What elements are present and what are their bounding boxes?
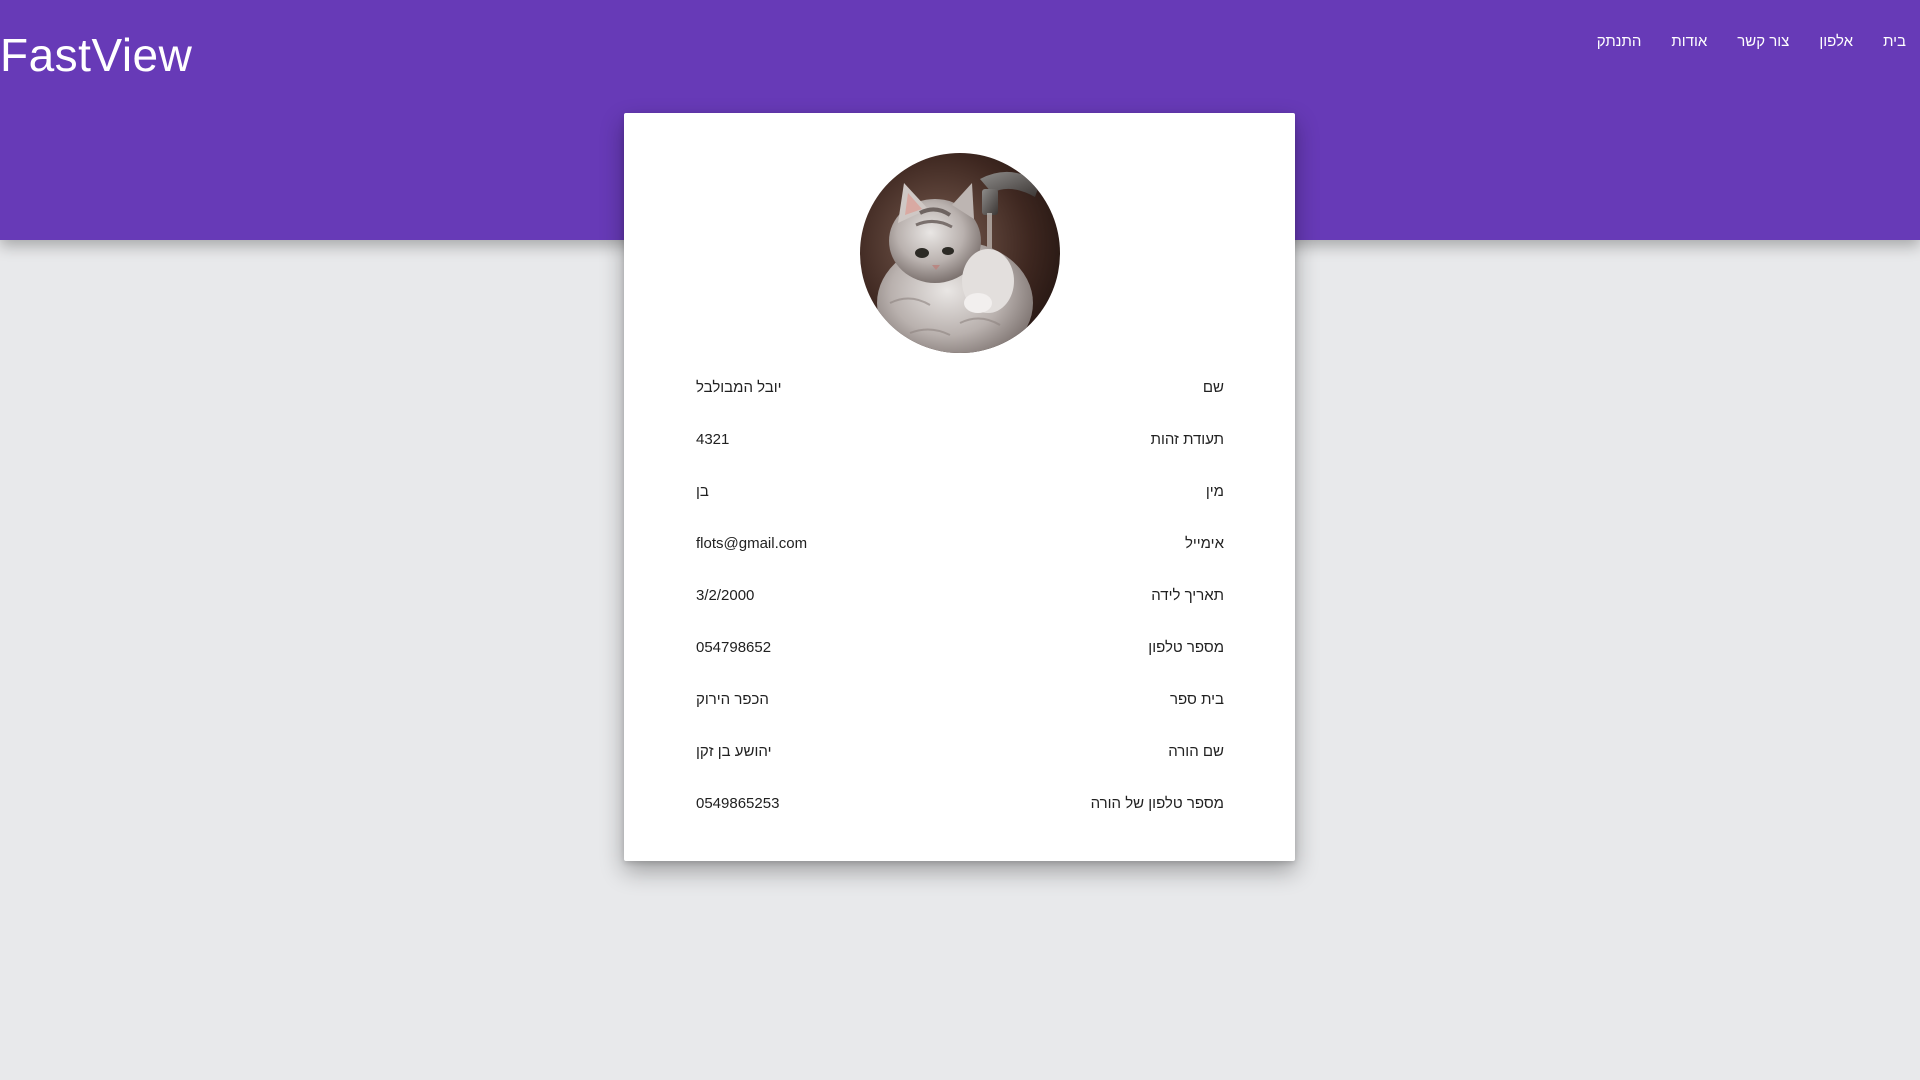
detail-label: תאריך לידה [1151, 587, 1224, 604]
detail-value: יובל המבולבל [696, 379, 782, 396]
kitten-photo-icon [860, 153, 1060, 353]
detail-label: מין [1205, 483, 1224, 500]
detail-row-name: שם יובל המבולבל [696, 361, 1224, 413]
brand-logo[interactable]: FastView [0, 28, 192, 82]
detail-row-parent-phone: מספר טלפון של הורה 0549865253 [696, 777, 1224, 829]
detail-value: יהושע בן זקן [696, 743, 772, 760]
detail-value: הכפר הירוק [696, 691, 769, 708]
detail-label: מספר טלפון [1148, 639, 1224, 656]
detail-label: תעודת זהות [1150, 431, 1224, 448]
detail-label: אימייל [1184, 535, 1224, 552]
nav-item-home[interactable]: בית [1883, 30, 1906, 54]
detail-value: flots@gmail.com [696, 535, 808, 552]
detail-row-id: תעודת זהות 4321 [696, 413, 1224, 465]
detail-value: בן [696, 483, 709, 500]
profile-details: שם יובל המבולבל תעודת זהות 4321 מין בן א… [696, 361, 1224, 829]
detail-label: שם [1202, 379, 1224, 396]
detail-value: 0549865253 [696, 795, 780, 812]
nav-item-logout[interactable]: התנתק [1597, 30, 1642, 54]
nav-item-contact[interactable]: צור קשר [1737, 30, 1789, 54]
detail-value: 3/2/2000 [696, 587, 755, 604]
nav-item-about[interactable]: אודות [1671, 30, 1707, 54]
detail-label: בית ספר [1170, 691, 1224, 708]
detail-label: מספר טלפון של הורה [1090, 795, 1224, 812]
detail-row-parent-name: שם הורה יהושע בן זקן [696, 725, 1224, 777]
detail-row-gender: מין בן [696, 465, 1224, 517]
avatar [860, 153, 1060, 353]
detail-label: שם הורה [1168, 743, 1224, 760]
main-nav: בית אלפון צור קשר אודות התנתק [1597, 30, 1906, 54]
detail-row-school: בית ספר הכפר הירוק [696, 673, 1224, 725]
detail-row-birthdate: תאריך לידה 3/2/2000 [696, 569, 1224, 621]
nav-item-directory[interactable]: אלפון [1819, 30, 1853, 54]
detail-row-email: אימייל flots@gmail.com [696, 517, 1224, 569]
profile-card: שם יובל המבולבל תעודת זהות 4321 מין בן א… [624, 113, 1295, 861]
detail-value: 054798652 [696, 639, 772, 656]
detail-value: 4321 [696, 431, 730, 448]
detail-row-phone: מספר טלפון 054798652 [696, 621, 1224, 673]
